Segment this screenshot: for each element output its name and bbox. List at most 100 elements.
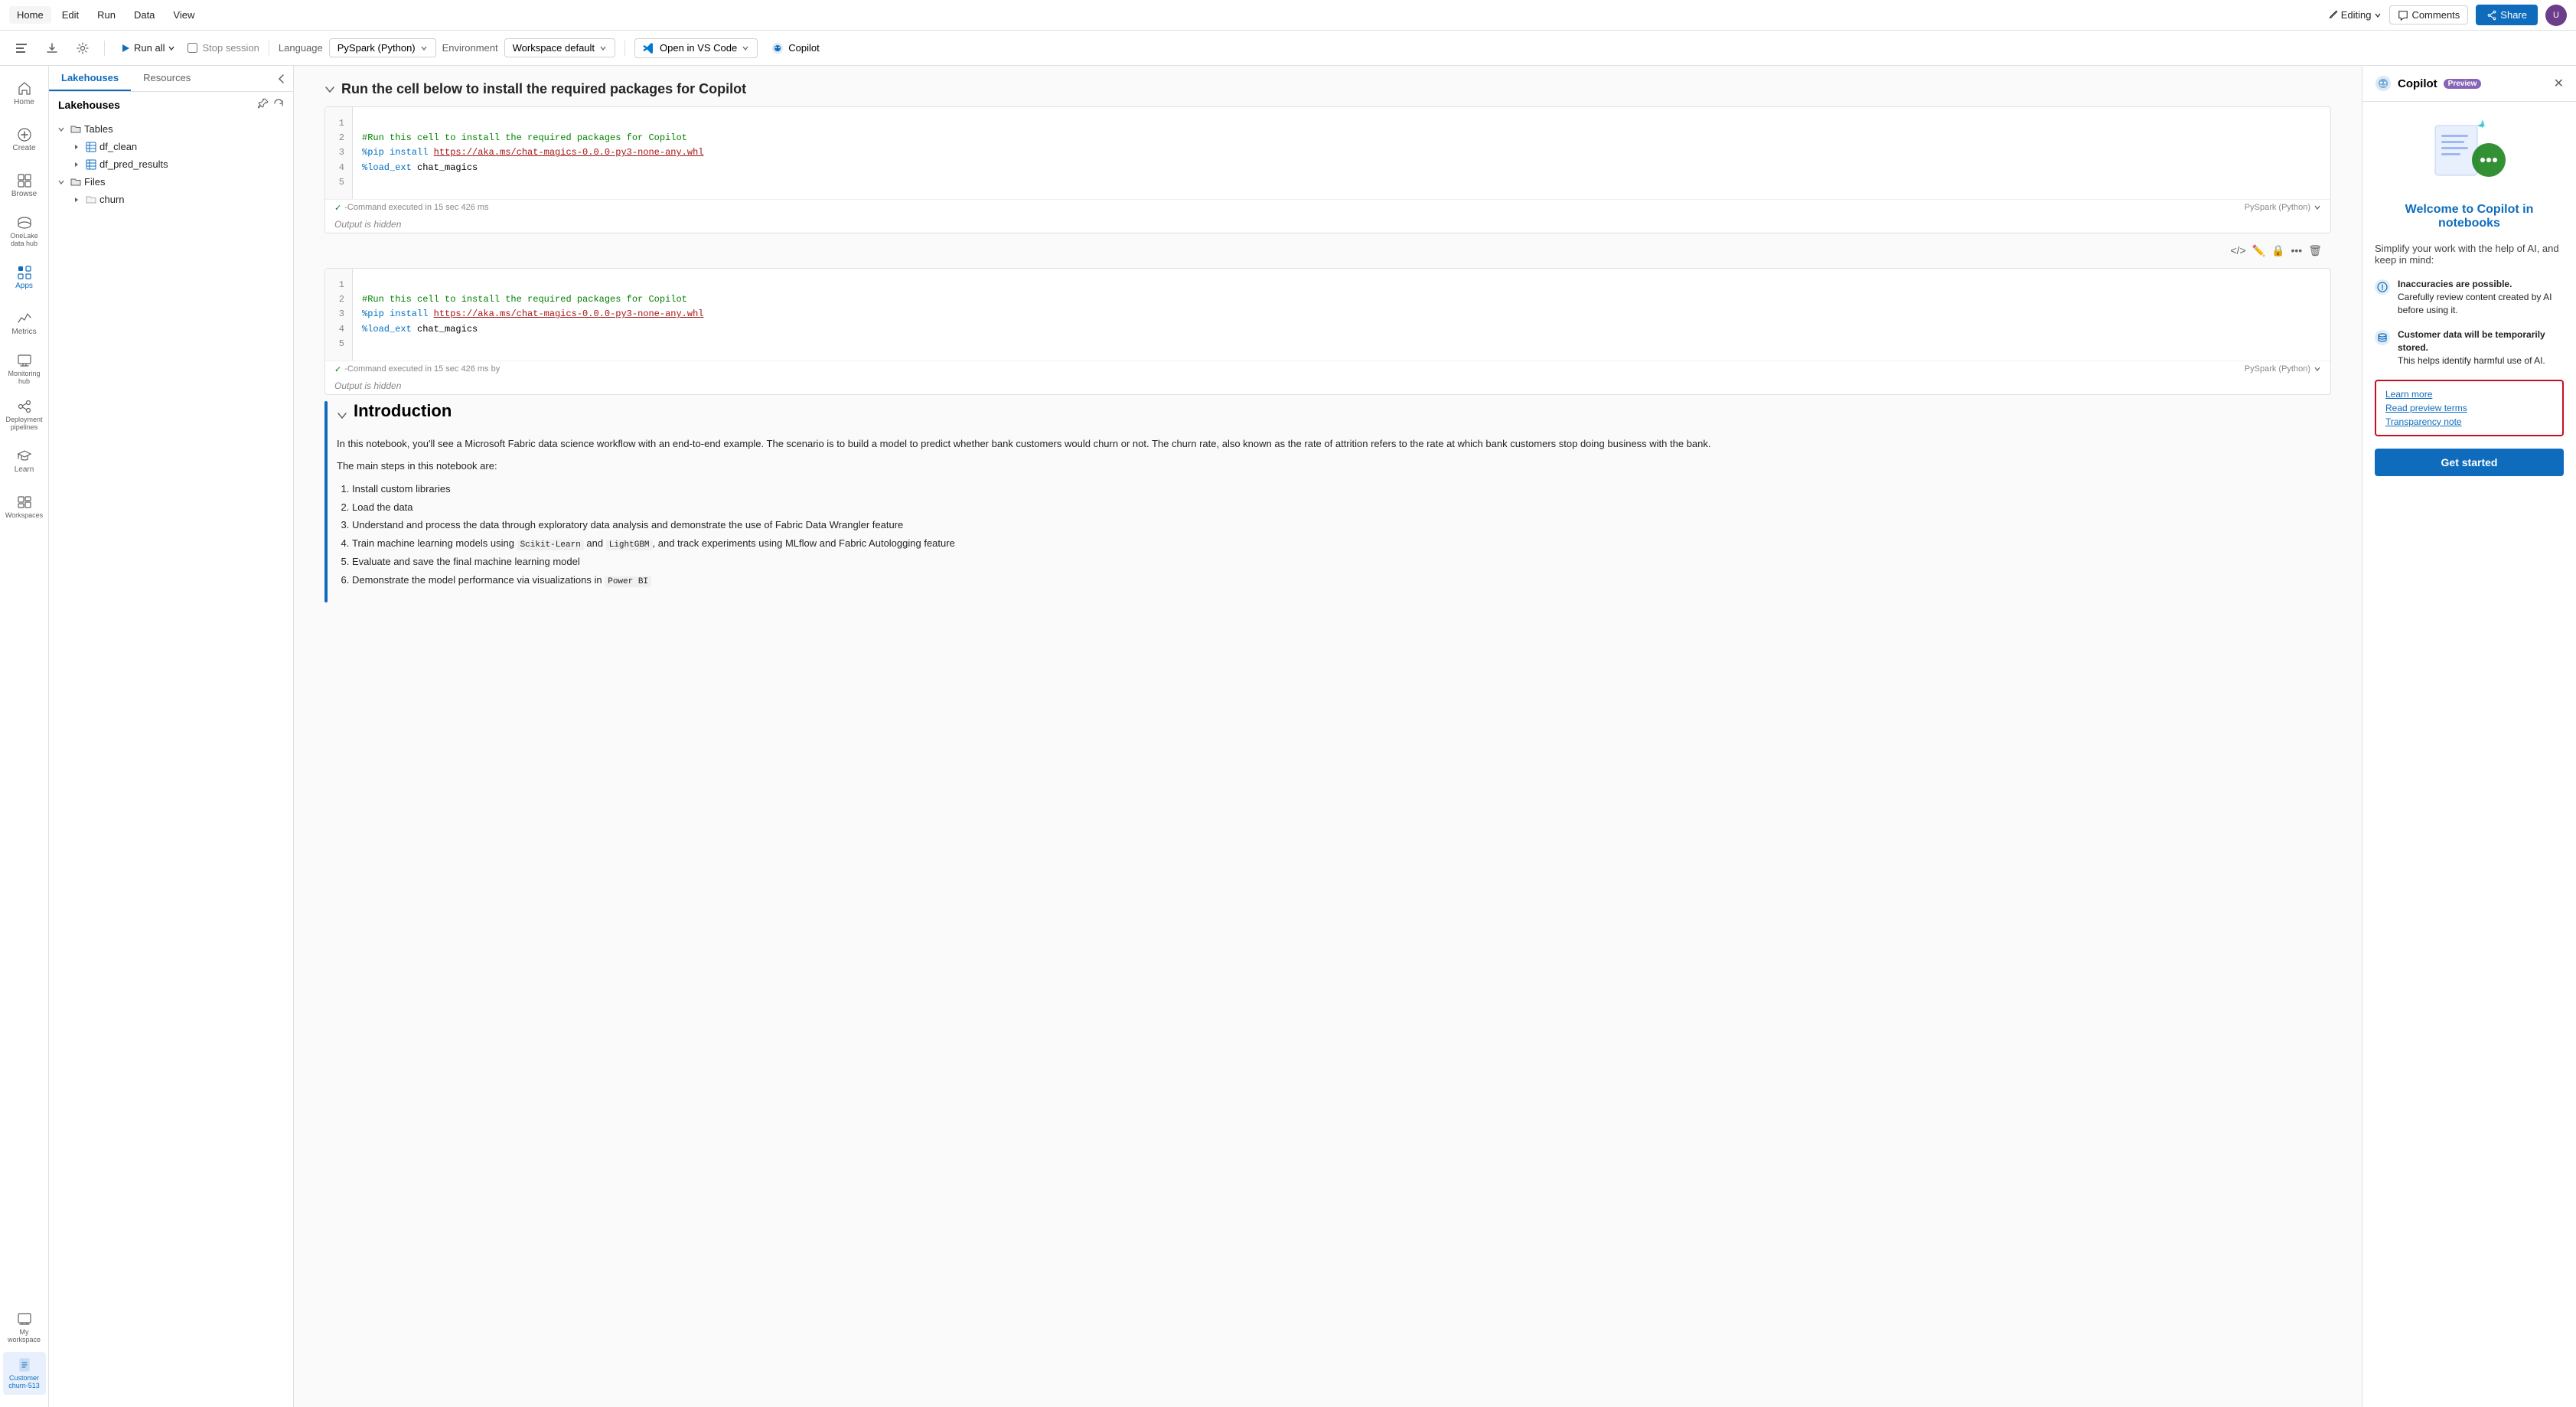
powerbi-code: Power BI xyxy=(605,576,651,587)
transparency-note-link[interactable]: Transparency note xyxy=(2385,416,2553,427)
settings-button[interactable] xyxy=(70,39,95,57)
cell2-toolbar: </> ✏️ 🔒 ••• 🗑 xyxy=(324,240,2331,262)
nav-run[interactable]: Run xyxy=(90,6,123,24)
comments-button[interactable]: Comments xyxy=(2389,5,2468,24)
run-all-button[interactable]: Run all xyxy=(114,39,181,57)
vscode-chevron-icon xyxy=(742,44,749,52)
panel-header: Lakehouses xyxy=(49,92,293,117)
copilot-logo-icon xyxy=(2375,75,2392,92)
step-3: Understand and process the data through … xyxy=(352,516,2331,534)
chevron-down-icon xyxy=(2374,11,2382,19)
copilot-info-text-2: Customer data will be temporarily stored… xyxy=(2398,328,2564,367)
tables-label: Tables xyxy=(84,123,113,135)
copilot-name: Copilot xyxy=(2398,77,2437,90)
pin-icon xyxy=(258,98,269,109)
tab-resources[interactable]: Resources xyxy=(131,66,203,91)
open-vscode-button[interactable]: Open in VS Code xyxy=(634,38,758,58)
table-icon2 xyxy=(86,159,96,170)
customer-churn-item[interactable]: Customer churn-513 xyxy=(3,1352,46,1395)
language-selector[interactable]: PySpark (Python) xyxy=(329,38,436,57)
workspaces-icon xyxy=(17,495,32,510)
collapse-panel-button[interactable] xyxy=(276,66,293,91)
vscode-icon xyxy=(643,42,655,54)
sidebar-item-learn[interactable]: Learn xyxy=(3,439,46,482)
files-label: Files xyxy=(84,176,105,188)
gear-icon xyxy=(77,42,89,54)
learn-more-link[interactable]: Learn more xyxy=(2385,389,2553,400)
sidebar-item-onelake[interactable]: OneLake data hub xyxy=(3,210,46,253)
copilot-button[interactable]: Copilot xyxy=(764,39,827,57)
editing-button[interactable]: Editing xyxy=(2327,9,2382,21)
monitoring-icon xyxy=(17,353,32,368)
my-workspace-button[interactable]: My workspace xyxy=(3,1306,46,1349)
panel-title: Lakehouses xyxy=(58,99,120,111)
stop-session-checkbox[interactable] xyxy=(187,43,197,53)
share-button[interactable]: Share xyxy=(2476,5,2538,25)
sidebar-item-metrics[interactable]: Metrics xyxy=(3,302,46,344)
code-content-2[interactable]: #Run this cell to install the required p… xyxy=(353,269,2330,361)
lock-tool[interactable]: 🔒 xyxy=(2271,244,2284,257)
pin-tool[interactable] xyxy=(258,98,269,111)
environment-selector[interactable]: Workspace default xyxy=(504,38,615,57)
churn-caret-icon xyxy=(73,197,80,203)
files-caret-icon xyxy=(57,178,65,186)
onelake-icon xyxy=(17,215,32,230)
language-label: Language xyxy=(279,42,323,54)
left-sidebar: Home Create Browse OneLake data hub Apps… xyxy=(0,66,49,1407)
copilot-close-button[interactable]: ✕ xyxy=(2554,76,2564,91)
delete-tool[interactable]: 🗑 xyxy=(2308,244,2322,257)
download-icon xyxy=(46,42,58,54)
files-group[interactable]: Files xyxy=(49,173,293,191)
tables-caret xyxy=(55,126,67,133)
tab-lakehouses[interactable]: Lakehouses xyxy=(49,66,131,91)
sidebar-item-workspaces[interactable]: Workspaces xyxy=(3,485,46,528)
format-button[interactable] xyxy=(9,39,34,57)
edit-tool[interactable]: ✏️ xyxy=(2252,244,2265,257)
sidebar-item-create[interactable]: Create xyxy=(3,118,46,161)
sidebar-item-browse[interactable]: Browse xyxy=(3,164,46,207)
nav-data[interactable]: Data xyxy=(126,6,162,24)
environment-label: Environment xyxy=(442,42,498,54)
cell2-toolbar-wrapper: </> ✏️ 🔒 ••• 🗑 xyxy=(324,240,2331,262)
info-icon-1 xyxy=(2375,279,2390,295)
code-cell-2: 12345 #Run this cell to install the requ… xyxy=(324,268,2331,395)
nav-view[interactable]: View xyxy=(165,6,202,24)
download-button[interactable] xyxy=(40,39,64,57)
code-tool[interactable]: </> xyxy=(2230,244,2245,256)
sidebar-item-deployment[interactable]: Deployment pipelines xyxy=(3,393,46,436)
panel-tabs: Lakehouses Resources xyxy=(49,66,293,92)
intro-header[interactable]: Introduction xyxy=(337,401,2331,430)
refresh-tool[interactable] xyxy=(273,98,284,111)
tree-item-df-clean[interactable]: df_clean xyxy=(49,138,293,155)
avatar[interactable]: U xyxy=(2545,5,2567,26)
nav-edit[interactable]: Edit xyxy=(54,6,86,24)
churn-caret xyxy=(70,197,83,203)
panel-body: Tables df_clean df_pred_results xyxy=(49,117,293,1407)
tree-item-df-pred[interactable]: df_pred_results xyxy=(49,155,293,173)
nav-home[interactable]: Home xyxy=(9,6,51,24)
copilot-info-text-1: Inaccuracies are possible. Carefully rev… xyxy=(2398,278,2564,316)
section1-header[interactable]: Run the cell below to install the requir… xyxy=(324,81,2331,97)
read-preview-terms-link[interactable]: Read preview terms xyxy=(2385,403,2553,413)
get-started-button[interactable]: Get started xyxy=(2375,449,2564,476)
cell2-output: Output is hidden xyxy=(325,377,2330,394)
step-2: Load the data xyxy=(352,498,2331,516)
tables-group[interactable]: Tables xyxy=(49,120,293,138)
df-pred-caret xyxy=(70,162,83,168)
more-tool[interactable]: ••• xyxy=(2291,244,2303,256)
scikit-code: Scikit-Learn xyxy=(517,540,584,550)
code-content-1[interactable]: #Run this cell to install the required p… xyxy=(353,107,2330,199)
cell1-lang: PySpark (Python) xyxy=(2245,203,2321,212)
top-bar: Home Edit Run Data View Editing Comments… xyxy=(0,0,2576,31)
cell2-lang-chevron xyxy=(2314,365,2321,373)
warning-icon xyxy=(2377,282,2388,292)
table-icon xyxy=(86,142,96,152)
sidebar-item-apps[interactable]: Apps xyxy=(3,256,46,299)
sidebar-item-home[interactable]: Home xyxy=(3,72,46,115)
intro-section: Introduction In this notebook, you'll se… xyxy=(337,401,2331,590)
tree-item-churn[interactable]: churn xyxy=(49,191,293,208)
info-icon-2 xyxy=(2375,330,2390,345)
notebook-area: Run the cell below to install the requir… xyxy=(294,66,2362,1407)
sidebar-item-monitoring[interactable]: Monitoring hub xyxy=(3,348,46,390)
caret-right-icon xyxy=(73,144,80,150)
